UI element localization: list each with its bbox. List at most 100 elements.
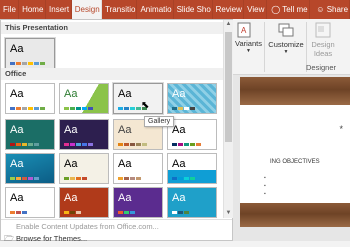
theme-dividend[interactable]: Aa: [167, 187, 217, 218]
theme-integral[interactable]: Aa: [112, 82, 164, 115]
theme-preview-text: Aa: [118, 192, 132, 204]
theme-preview-text: Aa: [172, 158, 186, 170]
theme-parallax[interactable]: Aa: [167, 153, 217, 184]
slide-canvas[interactable]: ING OBJECTIVES ▪ ▪ ▪: [240, 77, 350, 227]
theme-color-swatches: [172, 107, 196, 110]
tell-me-label: Tell me: [282, 5, 308, 14]
tab-slide-show[interactable]: Slide Sho: [174, 0, 213, 19]
theme-color-swatches: [64, 177, 88, 180]
theme-preview-text: Aa: [172, 88, 186, 100]
tab-transitions[interactable]: Transitio: [102, 0, 138, 19]
lightbulb-icon: ◯: [271, 5, 281, 14]
theme-preview-text: Aa: [118, 88, 132, 100]
slide-wood-footer: [240, 203, 350, 227]
person-icon: ☺: [316, 5, 325, 14]
theme-circuit[interactable]: Aa: [113, 153, 163, 184]
theme-color-swatches: [10, 211, 28, 214]
scroll-up-arrow-icon[interactable]: ▲: [224, 20, 233, 29]
slide-wood-banner: [240, 77, 350, 105]
svg-text:A: A: [241, 26, 247, 35]
browse-for-themes-link[interactable]: Browse for Themes...: [16, 234, 87, 243]
variants-button[interactable]: Variants ▼: [235, 39, 262, 54]
design-ideas-label-2: Ideas: [313, 49, 333, 58]
theme-color-swatches: [10, 177, 40, 180]
customize-button[interactable]: Customize ▼: [268, 22, 304, 55]
tab-view[interactable]: View: [244, 0, 268, 19]
tab-animations[interactable]: Animatio: [137, 0, 174, 19]
theme-preview-text: Aa: [64, 158, 78, 170]
theme-color-swatches: [64, 107, 94, 110]
theme-color-swatches: [118, 177, 142, 180]
enable-content-updates-link[interactable]: Enable Content Updates from Office.com..…: [16, 222, 159, 231]
tab-home[interactable]: Home: [19, 0, 47, 19]
design-ideas-icon: [315, 22, 331, 38]
tab-insert[interactable]: Insert: [46, 0, 72, 19]
theme-gallery-dropdown: This Presentation Aa Office Aa Aa Aa Aa …: [0, 19, 233, 243]
chevron-down-icon: ▼: [283, 49, 289, 55]
theme-organic[interactable]: Aa: [59, 119, 109, 150]
theme-preview-text: Aa: [118, 158, 132, 170]
theme-ion-boardroom[interactable]: Aa: [167, 83, 217, 114]
theme-color-swatches: [118, 143, 148, 146]
variants-label: Variants: [235, 39, 262, 48]
theme-color-swatches: [10, 62, 46, 65]
chevron-down-icon: ▼: [246, 48, 251, 54]
theme-office[interactable]: Aa: [5, 83, 55, 114]
theme-preview-text: Aa: [10, 192, 24, 204]
slide-bullet: ▪: [264, 183, 266, 189]
theme-preview-text: Aa: [10, 43, 24, 55]
theme-berlin[interactable]: Aa: [5, 187, 55, 218]
theme-preview-text: Aa: [10, 124, 24, 136]
ribbon-design-panel: A Variants ▼ Customize ▼ Design Ideas De…: [226, 19, 350, 75]
theme-preview-text: Aa: [10, 158, 24, 170]
format-background-icon: A: [237, 22, 251, 38]
theme-ion[interactable]: Aa: [5, 119, 55, 150]
theme-mesh[interactable]: Aa: [113, 187, 163, 218]
scrollbar-thumb[interactable]: [225, 32, 232, 142]
gallery-scrollbar[interactable]: ▲ ▼: [223, 20, 233, 218]
theme-color-swatches: [172, 177, 196, 180]
design-ideas-label-1: Design: [311, 40, 335, 49]
theme-color-swatches: [172, 143, 202, 146]
tab-design[interactable]: Design: [71, 0, 103, 19]
theme-current[interactable]: Aa: [4, 37, 56, 70]
theme-color-swatches: [172, 211, 190, 214]
divider: [1, 219, 232, 220]
theme-savon[interactable]: Aa: [59, 153, 109, 184]
format-background-button[interactable]: A: [236, 22, 252, 40]
theme-color-swatches: [10, 143, 40, 146]
theme-preview-text: Aa: [64, 124, 78, 136]
slide-star-marker: *: [339, 124, 343, 134]
scroll-down-arrow-icon[interactable]: ▼: [224, 209, 233, 218]
mouse-pointer-icon: ⬉: [141, 100, 150, 111]
slide-title: ING OBJECTIVES: [270, 159, 320, 165]
designer-group-label: Designer: [306, 63, 337, 72]
theme-wisp[interactable]: Aa: [5, 153, 55, 184]
share-button[interactable]: ☺ Share: [310, 0, 350, 19]
customize-label: Customize: [268, 40, 304, 49]
share-label: Share: [326, 5, 349, 14]
theme-badge[interactable]: Aa: [59, 187, 109, 218]
theme-slice[interactable]: Aa: [167, 119, 217, 150]
theme-preview-text: Aa: [64, 88, 78, 100]
slide-size-icon: [278, 23, 294, 37]
section-this-presentation: This Presentation: [1, 22, 223, 34]
slide-bullet: ▪: [264, 191, 266, 197]
theme-preview-text: Aa: [10, 88, 24, 100]
ribbon-tabs: File Home Insert Design Transitio Animat…: [0, 0, 350, 19]
theme-color-swatches: [64, 143, 94, 146]
divider: [264, 22, 265, 72]
tell-me-box[interactable]: ◯ Tell me: [267, 0, 311, 19]
theme-preview-text: Aa: [172, 192, 186, 204]
slide-workspace: ING OBJECTIVES ▪ ▪ ▪ *: [226, 75, 350, 241]
theme-preview-text: Aa: [118, 124, 132, 136]
folder-icon: 🗁: [4, 234, 14, 243]
tab-review[interactable]: Review: [213, 0, 245, 19]
theme-facet[interactable]: Aa: [59, 83, 109, 114]
tab-file[interactable]: File: [0, 0, 20, 19]
theme-color-swatches: [10, 107, 46, 110]
design-ideas-button[interactable]: Design Ideas: [308, 22, 338, 58]
theme-preview-text: Aa: [64, 192, 78, 204]
gallery-tooltip: Gallery: [144, 116, 175, 127]
slide-bullet: ▪: [264, 175, 266, 181]
